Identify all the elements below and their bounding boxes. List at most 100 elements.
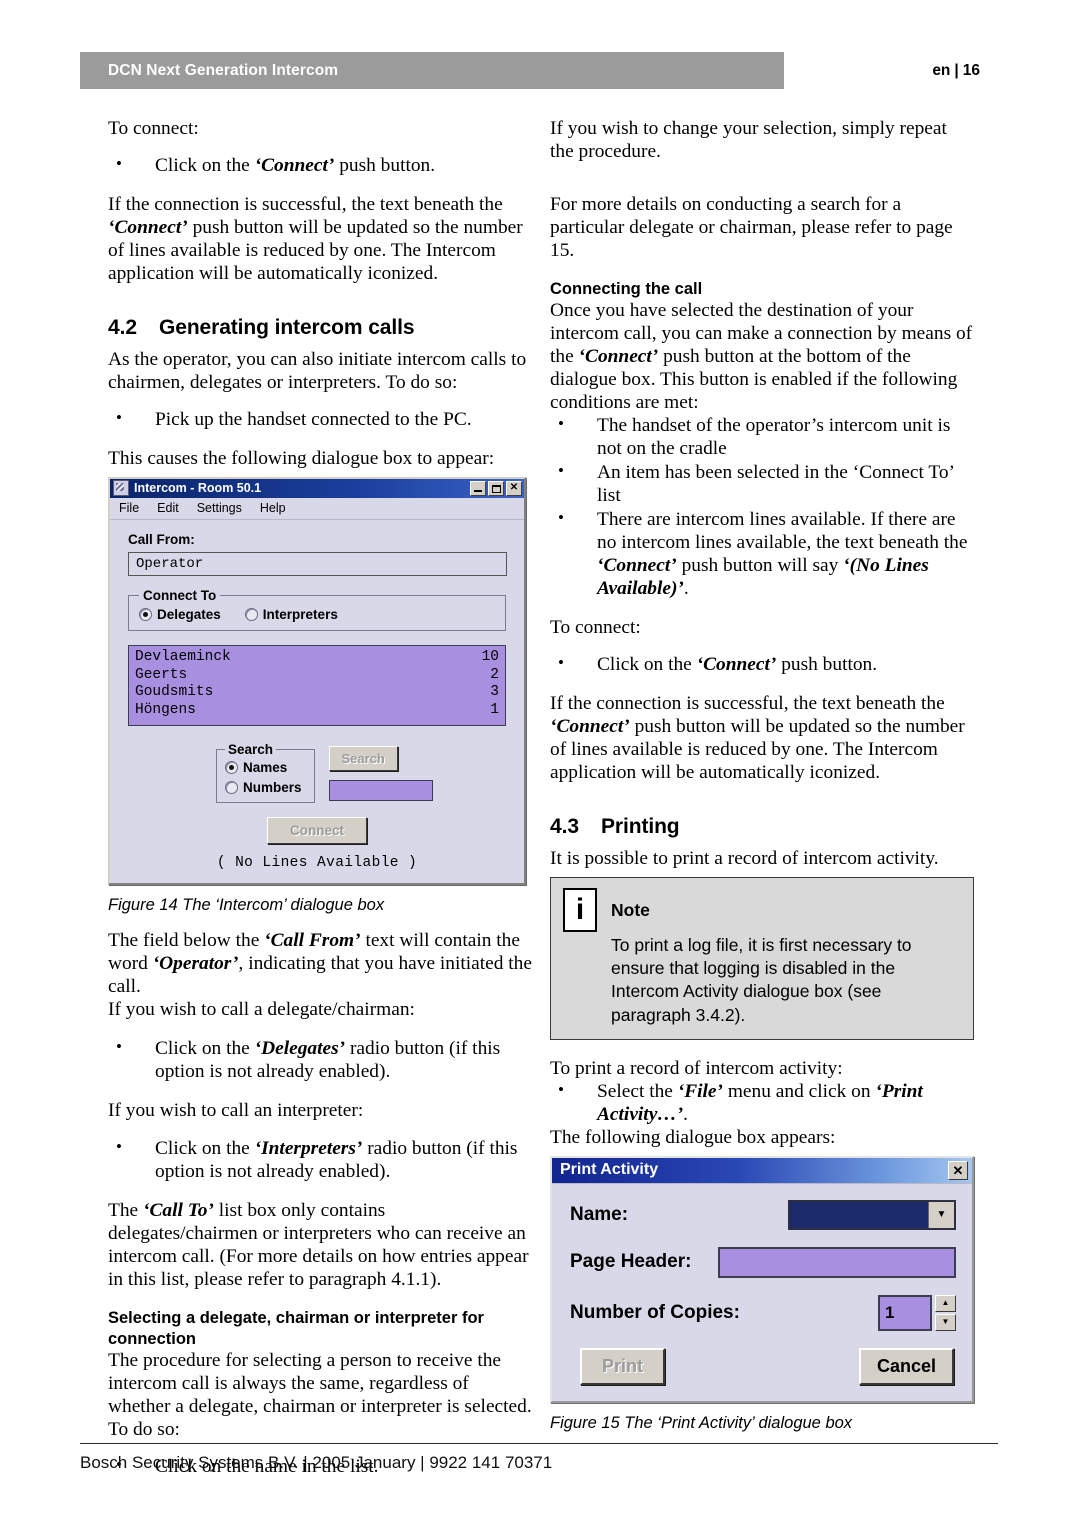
radio-interpreters[interactable]: Interpreters	[244, 606, 338, 622]
list-item[interactable]: Geerts 2	[135, 667, 499, 685]
page-header-input[interactable]	[718, 1246, 956, 1278]
list-item: Click on the ‘Delegates’ radio button (i…	[108, 1037, 532, 1084]
section-number: 4.3	[550, 814, 579, 838]
search-radios: Names Numbers	[225, 760, 302, 795]
paragraph-selection-procedure: The procedure for selecting a person to …	[108, 1349, 532, 1440]
menu-item-file[interactable]: File	[119, 501, 139, 515]
bullet-list-connect: Click on the ‘Connect’ push button.	[108, 154, 532, 178]
intercom-dialog[interactable]: Intercom - Room 50.1 ✕ File Edit Setting…	[108, 476, 526, 885]
lines-status-text: ( No Lines Available )	[216, 854, 418, 871]
list-item-name: Devlaeminck	[135, 648, 231, 665]
bullet-list-connect-right: Click on the ‘Connect’ push button.	[550, 653, 974, 677]
menu-item-settings[interactable]: Settings	[197, 501, 242, 515]
intercom-menubar: File Edit Settings Help	[110, 497, 524, 520]
radio-dot-icon	[225, 760, 238, 774]
page-header-label: Page Header:	[570, 1251, 692, 1273]
minimize-icon[interactable]	[470, 480, 486, 496]
page-footer: Bosch Security Systems B.V. | 2005 Janua…	[80, 1443, 998, 1473]
figure-14-caption: Figure 14 The ‘Intercom’ dialogue box	[108, 895, 385, 914]
radio-delegates[interactable]: Delegates	[139, 607, 221, 622]
list-item-name: Höngens	[135, 701, 196, 718]
radio-numbers[interactable]: Numbers	[225, 780, 302, 795]
call-from-field[interactable]: Operator	[128, 551, 507, 576]
menu-item-edit[interactable]: Edit	[157, 501, 179, 515]
connect-to-legend: Connect To	[143, 587, 217, 603]
section-title: Generating intercom calls	[159, 315, 415, 339]
list-item[interactable]: Devlaeminck 10	[135, 649, 499, 667]
list-item: Click on the ‘Interpreters’ radio button…	[108, 1137, 532, 1184]
radio-names-label: Names	[243, 759, 288, 775]
search-input[interactable]	[328, 779, 433, 801]
cancel-button[interactable]: Cancel	[858, 1347, 954, 1385]
printer-name-label: Name:	[570, 1203, 629, 1225]
paragraph-to-connect-right: To connect:	[550, 616, 641, 638]
copies-value[interactable]: 1	[878, 1294, 932, 1331]
radio-dot-icon	[244, 607, 258, 621]
radio-numbers-label: Numbers	[243, 779, 302, 795]
list-item-number: 2	[490, 666, 499, 683]
number-of-copies-stepper[interactable]: 1 ▲ ▼	[878, 1294, 956, 1331]
header-language: en	[932, 61, 951, 79]
chevron-down-icon[interactable]: ▼	[928, 1201, 954, 1228]
printer-name-value	[790, 1201, 928, 1228]
connect-to-group: Connect To Delegates Interpreters	[128, 587, 506, 631]
page-header-row: Page Header:	[570, 1246, 956, 1278]
print-dialog-title: Print Activity	[560, 1161, 659, 1179]
app-icon	[113, 480, 129, 497]
paragraph-to-connect: To connect:	[108, 118, 199, 139]
footer-text: Bosch Security Systems B.V. | 2005 Janua…	[80, 1453, 553, 1472]
section-heading-4-2: 4.2 Generating intercom calls	[108, 316, 532, 340]
print-activity-dialog[interactable]: Print Activity ✕ Name: ▼ Page Header: Nu…	[550, 1155, 974, 1403]
paragraph-print-record: To print a record of intercom activity:	[550, 1057, 843, 1079]
print-dialog-buttons: Print Cancel	[570, 1347, 956, 1385]
maximize-icon[interactable]	[488, 480, 504, 496]
right-column: If you wish to change your selection, si…	[550, 118, 974, 1448]
paragraph-call-delegate: If you wish to call a delegate/chairman:	[108, 998, 415, 1020]
note-label: Note	[611, 899, 650, 920]
bullet-list-delegates-radio: Click on the ‘Delegates’ radio button (i…	[108, 1037, 532, 1084]
header-separator: |	[954, 61, 959, 79]
paragraph-more-details-search: For more details on conducting a search …	[550, 193, 953, 261]
header-title: DCN Next Generation Intercom	[108, 61, 339, 79]
note-header: i Note	[563, 887, 961, 932]
footer-divider	[80, 1443, 998, 1444]
info-icon: i	[563, 887, 597, 932]
paragraph-dialog-appears: The following dialogue box appears:	[550, 1126, 836, 1148]
printer-name-combobox[interactable]: ▼	[788, 1199, 956, 1230]
radio-dot-icon	[139, 607, 152, 621]
radio-delegates-label: Delegates	[157, 606, 221, 622]
list-item-number: 1	[490, 701, 499, 718]
stepper-down-icon[interactable]: ▼	[935, 1313, 956, 1331]
print-dialog-body: Name: ▼ Page Header: Number of Copies: 1…	[552, 1184, 972, 1401]
paragraph-operator-intro: As the operator, you can also initiate i…	[108, 348, 527, 393]
list-item: Pick up the handset connected to the PC.	[108, 408, 532, 432]
print-button[interactable]: Print	[580, 1347, 666, 1385]
printer-name-row: Name: ▼	[570, 1199, 956, 1230]
call-from-label: Call From:	[128, 531, 195, 547]
list-item: An item has been selected in the ‘Connec…	[550, 461, 974, 508]
search-row: Search Names Numbers Search	[216, 741, 510, 803]
paragraph-call-interpreter: If you wish to call an interpreter:	[108, 1099, 364, 1121]
paragraph-call-to-listbox: The ‘Call To’ list box only contains del…	[108, 1200, 529, 1291]
search-legend: Search	[228, 741, 274, 757]
radio-names[interactable]: Names	[225, 760, 302, 775]
section-heading-4-3: 4.3 Printing	[550, 815, 974, 839]
figure-15-caption: Figure 15 The ‘Print Activity’ dialogue …	[550, 1413, 853, 1432]
list-item: The handset of the operator’s intercom u…	[550, 414, 974, 461]
bullet-list-interpreters-radio: Click on the ‘Interpreters’ radio button…	[108, 1137, 532, 1184]
close-icon[interactable]: ✕	[948, 1160, 968, 1180]
close-icon[interactable]: ✕	[506, 480, 522, 496]
number-of-copies-label: Number of Copies:	[570, 1301, 740, 1323]
bullet-list-file-menu: Select the ‘File’ menu and click on ‘Pri…	[550, 1080, 974, 1127]
page-header: DCN Next Generation Intercom en | 16	[80, 52, 998, 89]
list-item[interactable]: Goudsmits 3	[135, 684, 499, 702]
section-number: 4.2	[108, 315, 137, 339]
list-item[interactable]: Höngens 1	[135, 702, 499, 720]
menu-item-help[interactable]: Help	[260, 501, 286, 515]
radio-interpreters-label: Interpreters	[262, 606, 338, 622]
connect-to-listbox[interactable]: Devlaeminck 10 Geerts 2 Goudsmits 3 Höng…	[128, 644, 506, 726]
search-button[interactable]: Search	[328, 745, 398, 771]
intercom-title-bar: Intercom - Room 50.1 ✕	[110, 478, 524, 498]
connect-button[interactable]: Connect	[267, 816, 367, 844]
stepper-up-icon[interactable]: ▲	[935, 1294, 956, 1312]
